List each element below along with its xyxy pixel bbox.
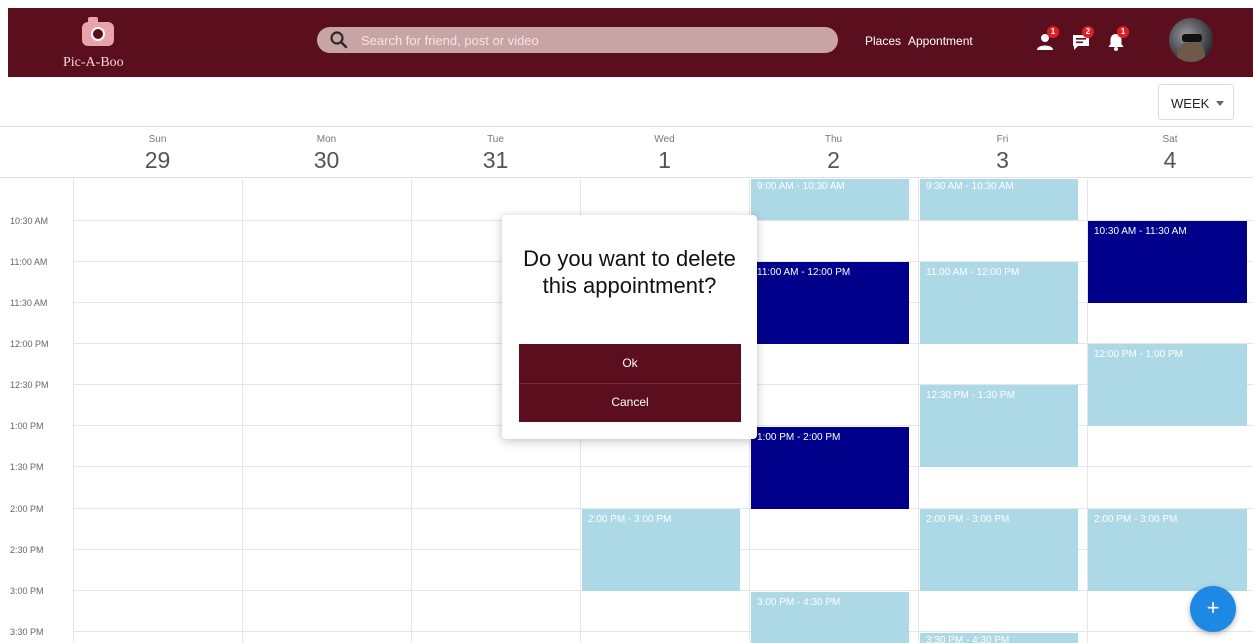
cancel-button[interactable]: Cancel (519, 383, 741, 422)
day-header-sat: Sat 4 (1087, 128, 1253, 178)
appointment-event[interactable]: 11:00 AM - 12:00 PM (751, 262, 909, 344)
appointment-event[interactable]: 12:30 PM - 1:30 PM (920, 385, 1078, 467)
add-appointment-button[interactable]: + (1190, 586, 1236, 632)
top-bar: Pic-A-Boo Search for friend, post or vid… (8, 8, 1253, 77)
messages-button[interactable]: 2 (1071, 26, 1097, 54)
day-name: Fri (996, 134, 1009, 145)
day-header-fri: Fri 3 (918, 128, 1087, 178)
grid-row-line (73, 631, 1253, 632)
dialog-title: Do you want to delete this appointment? (523, 246, 736, 298)
time-label: 12:30 PM (10, 380, 49, 390)
appointment-event[interactable]: 9:30 AM - 10:30 AM (920, 179, 1078, 220)
notifications-badge: 1 (1117, 26, 1129, 38)
day-name: Tue (487, 134, 504, 145)
notifications-button[interactable]: 1 (1106, 26, 1132, 54)
search-input[interactable]: Search for friend, post or video (361, 33, 539, 48)
grid-column-line (73, 179, 74, 643)
logo-text: Pic-A-Boo (63, 55, 124, 70)
time-label: 11:00 AM (10, 257, 48, 267)
appointment-event[interactable]: 2:00 PM - 3:00 PM (920, 509, 1078, 591)
friend-requests-badge: 1 (1047, 26, 1059, 38)
day-number: 30 (313, 147, 340, 173)
day-name: Thu (824, 134, 843, 145)
day-number: 1 (658, 147, 671, 173)
day-name: Sat (1162, 134, 1178, 145)
camera-lens (91, 27, 105, 41)
day-header-tue: Tue 31 (411, 128, 580, 178)
search-icon (330, 31, 348, 49)
time-gutter-header (0, 128, 73, 178)
button-divider (519, 383, 741, 384)
appointment-event[interactable]: 12:00 PM - 1:00 PM (1088, 344, 1247, 426)
day-header-wed: Wed 1 (580, 128, 749, 178)
grid-column-line (411, 179, 412, 643)
day-number: 3 (996, 147, 1009, 173)
camera-icon (82, 17, 114, 46)
time-label: 1:30 PM (10, 462, 44, 472)
time-label: 11:30 AM (10, 298, 48, 308)
day-name: Wed (654, 134, 675, 145)
nav-appointment-link[interactable]: Appontment (908, 34, 973, 48)
appointment-event[interactable]: 3:30 PM - 4:30 PM (920, 633, 1078, 643)
appointment-event[interactable]: 11:00 AM - 12:00 PM (920, 262, 1078, 344)
messages-badge: 2 (1082, 26, 1094, 38)
day-name: Mon (316, 134, 337, 145)
view-selector-label: WEEK (1171, 96, 1210, 111)
appointment-event[interactable]: 10:30 AM - 11:30 AM (1088, 221, 1247, 303)
appointment-event[interactable]: 1:00 PM - 2:00 PM (751, 427, 909, 509)
grid-column-line (242, 179, 243, 643)
ok-button[interactable]: Ok (519, 344, 741, 383)
time-label: 2:00 PM (10, 504, 44, 514)
day-number: 29 (144, 147, 171, 173)
time-label: 10:30 AM (10, 216, 49, 226)
day-number: 4 (1163, 147, 1177, 173)
calendar-toolbar: WEEK (0, 77, 1253, 127)
view-selector[interactable]: WEEK (1158, 84, 1234, 120)
app-logo[interactable]: Pic-A-Boo (60, 17, 140, 75)
day-name: Sun (148, 134, 167, 145)
appointment-event[interactable]: 9:00 AM - 10:30 AM (751, 179, 909, 220)
day-header-sun: Sun 29 (73, 128, 242, 178)
chevron-down-icon (1216, 101, 1224, 106)
time-label: 1:00 PM (10, 421, 44, 431)
appointment-event[interactable]: 2:00 PM - 3:00 PM (582, 509, 740, 591)
time-label: 3:00 PM (10, 586, 44, 596)
day-number: 2 (827, 147, 840, 173)
day-header-thu: Thu 2 (749, 128, 918, 178)
delete-confirm-dialog: Do you want to delete this appointment? … (502, 215, 757, 439)
day-header-mon: Mon 30 (242, 128, 411, 178)
appointment-event[interactable]: 2:00 PM - 3:00 PM (1088, 509, 1247, 591)
app-root: Pic-A-Boo Search for friend, post or vid… (0, 0, 1253, 643)
time-label: 12:00 PM (10, 339, 49, 349)
friend-requests-button[interactable]: 1 (1036, 26, 1062, 54)
time-label: 2:30 PM (10, 545, 44, 555)
search-bar[interactable]: Search for friend, post or video (317, 27, 838, 53)
user-avatar[interactable] (1169, 18, 1213, 62)
time-label: 3:30 PM (10, 627, 44, 637)
grid-column-line (918, 179, 919, 643)
day-number: 31 (482, 147, 509, 173)
appointment-event[interactable]: 3:00 PM - 4:30 PM (751, 592, 909, 643)
nav-places-link[interactable]: Places (865, 34, 901, 48)
